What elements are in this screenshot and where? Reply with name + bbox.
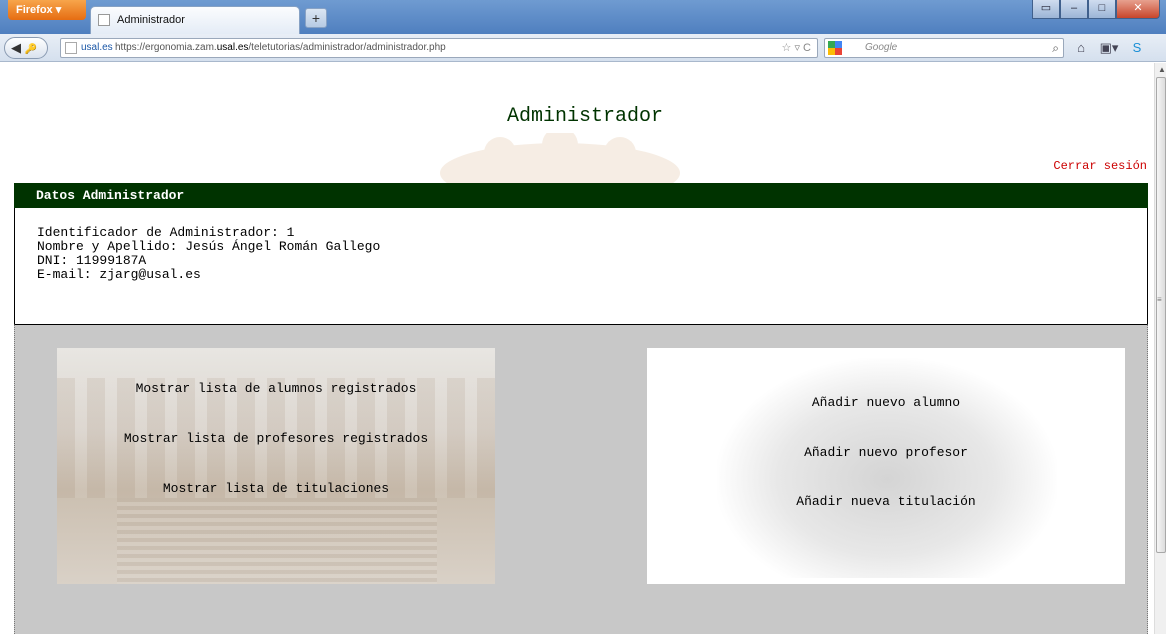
back-icon[interactable]: ◀ [11,40,21,55]
admin-data-panel: Identificador de Administrador: 1 Nombre… [14,208,1148,325]
bookmarks-menu-icon[interactable]: ▣▾ [1098,38,1120,58]
scrollbar-thumb[interactable] [1156,77,1166,553]
url-text: https://ergonomia.zam.usal.es/teletutori… [115,42,446,53]
restore-icon[interactable]: ▭ [1032,0,1060,19]
list-teachers-link[interactable]: Mostrar lista de profesores registrados [57,431,495,446]
back-forward-buttons[interactable]: ◀ 🔑 [4,37,48,59]
page-title: Administrador [506,105,664,128]
browser-tab[interactable]: Administrador [90,6,300,34]
actions-area: Mostrar lista de alumnos registrados Mos… [14,324,1148,634]
skype-icon[interactable]: S [1126,38,1148,58]
scroll-grip-icon: ≡ [1157,295,1162,304]
add-panel: Añadir nuevo alumno Añadir nuevo profeso… [647,348,1125,584]
maximize-icon[interactable]: □ [1088,0,1116,19]
reload-icon[interactable]: C [803,42,811,54]
navigation-toolbar: ◀ 🔑 usal.es https://ergonomia.zam.usal.e… [0,34,1166,62]
search-input[interactable]: Google ⌕ [824,38,1064,58]
page-favicon-icon [98,14,110,26]
home-icon[interactable]: ⌂ [1070,38,1092,58]
url-domain: usal.es [81,42,113,53]
tab-title: Administrador [117,14,185,26]
forward-icon[interactable]: 🔑 [25,44,37,55]
admin-name: Nombre y Apellido: Jesús Ángel Román Gal… [37,239,381,254]
bookmark-star-icon[interactable]: ☆ [782,42,792,54]
admin-dni: DNI: 11999187A [37,253,147,268]
logout-link[interactable]: Cerrar sesión [1053,159,1147,173]
scroll-up-icon[interactable]: ▲ [1158,65,1166,74]
add-degree-link[interactable]: Añadir nueva titulación [647,494,1125,509]
window-controls: ▭ – □ ✕ [1032,0,1160,20]
page-content: Administrador Cerrar sesión Datos Admini… [0,63,1154,634]
list-students-link[interactable]: Mostrar lista de alumnos registrados [57,381,495,396]
add-teacher-link[interactable]: Añadir nuevo profesor [647,445,1125,460]
search-placeholder: Google [865,42,898,53]
new-tab-button[interactable]: + [305,8,327,28]
browser-titlebar: Firefox ▾ Administrador + ▭ – □ ✕ [0,0,1166,34]
admin-id: Identificador de Administrador: 1 [37,225,295,240]
list-panel: Mostrar lista de alumnos registrados Mos… [57,348,495,584]
list-degrees-link[interactable]: Mostrar lista de titulaciones [57,481,495,496]
search-icon[interactable]: ⌕ [1052,39,1059,57]
vertical-scrollbar[interactable]: ▲ ≡ [1154,63,1166,634]
close-icon[interactable]: ✕ [1116,0,1160,19]
search-engine-icon[interactable] [828,41,842,55]
history-dropdown-icon[interactable]: ▿ [794,42,800,54]
firefox-menu-button[interactable]: Firefox ▾ [8,0,86,20]
minimize-icon[interactable]: – [1060,0,1088,19]
admin-data-header: Datos Administrador [14,183,1148,208]
address-bar[interactable]: usal.es https://ergonomia.zam.usal.es/te… [60,38,818,58]
add-student-link[interactable]: Añadir nuevo alumno [647,395,1125,410]
site-identity-icon[interactable] [65,42,77,54]
admin-email: E-mail: zjarg@usal.es [37,267,201,282]
